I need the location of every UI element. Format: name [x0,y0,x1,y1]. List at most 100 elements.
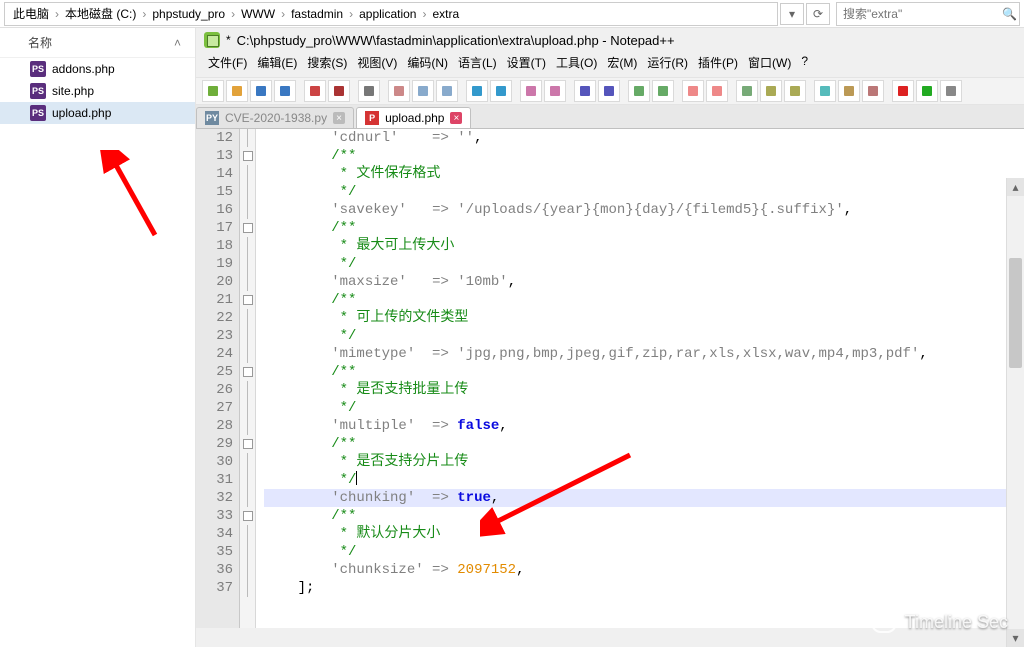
code-line[interactable]: /** [264,147,1024,165]
code-line[interactable]: 'chunking' => true, [264,489,1024,507]
close-tab-icon[interactable]: × [450,112,462,124]
cut-button[interactable] [388,80,410,102]
document-tab[interactable]: Pupload.php× [356,107,471,128]
fold-toggle-icon[interactable] [243,151,253,161]
doc-map-button[interactable] [814,80,836,102]
code-line[interactable]: * 是否支持分片上传 [264,453,1024,471]
zoom-out-button[interactable] [598,80,620,102]
stop-button[interactable] [940,80,962,102]
file-item[interactable]: PSsite.php [0,80,195,102]
menu-item[interactable]: 文件(F) [206,52,249,73]
menu-bar[interactable]: 文件(F) 编辑(E) 搜索(S) 视图(V) 编码(N) 语言(L) 设置(T) 工具(O)… [196,50,1024,77]
code-line[interactable]: ]; [264,579,1024,597]
menu-item[interactable]: 宏(M) [605,52,639,73]
undo-button[interactable] [466,80,488,102]
code-line[interactable]: * 可上传的文件类型 [264,309,1024,327]
menu-item[interactable]: 插件(P) [696,52,740,73]
save-button[interactable] [250,80,272,102]
breadcrumb-segment[interactable]: application [357,7,418,21]
menu-item[interactable]: 视图(V) [355,52,399,73]
find-button[interactable] [520,80,542,102]
breadcrumb-segment[interactable]: extra [430,7,461,21]
print-button[interactable] [358,80,380,102]
code-line[interactable]: /** [264,363,1024,381]
document-tab[interactable]: PYCVE-2020-1938.py× [196,107,354,128]
code-line[interactable]: * 默认分片大小 [264,525,1024,543]
wrap-button[interactable] [652,80,674,102]
play-button[interactable] [916,80,938,102]
code-line[interactable]: 'chunksize' => 2097152, [264,561,1024,579]
vertical-scrollbar[interactable]: ▴ ▾ [1006,178,1024,647]
code-line[interactable]: */ [264,399,1024,417]
scroll-down-button[interactable]: ▾ [1007,629,1024,647]
fold-all-button[interactable] [760,80,782,102]
sync-button[interactable] [628,80,650,102]
fold-toggle-icon[interactable] [243,295,253,305]
fold-toggle-icon[interactable] [243,367,253,377]
column-header-name[interactable]: 名称 ˄ [0,32,195,58]
code-line[interactable]: */ [264,543,1024,561]
scroll-thumb[interactable] [1009,258,1022,368]
save-all-button[interactable] [274,80,296,102]
code-line[interactable]: /** [264,435,1024,453]
menu-item[interactable]: 工具(O) [554,52,599,73]
menu-item[interactable]: 编码(N) [405,52,450,73]
monitor-button[interactable] [862,80,884,102]
close-button[interactable] [304,80,326,102]
address-dropdown[interactable]: ▾ [780,3,804,25]
fold-toggle-icon[interactable] [243,511,253,521]
breadcrumb-segment[interactable]: phpstudy_pro [150,7,227,21]
menu-item[interactable]: ? [799,52,810,73]
new-file-button[interactable] [202,80,224,102]
menu-item[interactable]: 窗口(W) [746,52,793,73]
search-input[interactable] [843,7,998,21]
close-all-button[interactable] [328,80,350,102]
paste-button[interactable] [436,80,458,102]
file-item[interactable]: PSupload.php [0,102,195,124]
lang-button[interactable] [736,80,758,102]
code-line[interactable]: /** [264,219,1024,237]
open-file-button[interactable] [226,80,248,102]
code-line[interactable]: */ [264,471,1024,489]
code-line[interactable]: * 最大可上传大小 [264,237,1024,255]
breadcrumb-segment[interactable]: 此电脑 [11,5,51,22]
menu-item[interactable]: 语言(L) [456,52,499,73]
code-line[interactable]: 'savekey' => '/uploads/{year}{mon}{day}/… [264,201,1024,219]
menu-item[interactable]: 搜索(S) [305,52,349,73]
scroll-up-button[interactable]: ▴ [1007,178,1024,196]
zoom-in-button[interactable] [574,80,596,102]
file-item[interactable]: PSaddons.php [0,58,195,80]
unfold-all-button[interactable] [784,80,806,102]
code-area[interactable]: 'cdnurl' => '', /** * 文件保存格式 */ 'savekey… [256,129,1024,628]
code-line[interactable]: 'maxsize' => '10mb', [264,273,1024,291]
menu-item[interactable]: 编辑(E) [255,52,299,73]
fold-toggle-icon[interactable] [243,439,253,449]
breadcrumb-segment[interactable]: WWW [239,7,277,21]
menu-item[interactable]: 运行(R) [645,52,690,73]
code-line[interactable]: * 是否支持批量上传 [264,381,1024,399]
func-list-button[interactable] [838,80,860,102]
show-all-button[interactable] [682,80,704,102]
explorer-search[interactable]: 🔍 [836,2,1020,26]
code-line[interactable]: /** [264,507,1024,525]
copy-button[interactable] [412,80,434,102]
code-line[interactable]: 'mimetype' => 'jpg,png,bmp,jpeg,gif,zip,… [264,345,1024,363]
breadcrumb-segment[interactable]: 本地磁盘 (C:) [63,5,138,22]
breadcrumb-segment[interactable]: fastadmin [289,7,345,21]
fold-margin[interactable] [240,129,256,628]
code-line[interactable]: * 文件保存格式 [264,165,1024,183]
close-tab-icon[interactable]: × [333,112,345,124]
breadcrumb[interactable]: 此电脑›本地磁盘 (C:)›phpstudy_pro›WWW›fastadmin… [4,2,778,26]
fold-toggle-icon[interactable] [243,223,253,233]
refresh-button[interactable]: ⟳ [806,3,830,25]
indent-guide-button[interactable] [706,80,728,102]
menu-item[interactable]: 设置(T) [505,52,548,73]
replace-button[interactable] [544,80,566,102]
code-line[interactable]: /** [264,291,1024,309]
code-line[interactable]: */ [264,327,1024,345]
code-line[interactable]: */ [264,255,1024,273]
redo-button[interactable] [490,80,512,102]
record-button[interactable] [892,80,914,102]
code-editor[interactable]: 1213141516171819202122232425262728293031… [196,129,1024,628]
code-line[interactable]: 'cdnurl' => '', [264,129,1024,147]
